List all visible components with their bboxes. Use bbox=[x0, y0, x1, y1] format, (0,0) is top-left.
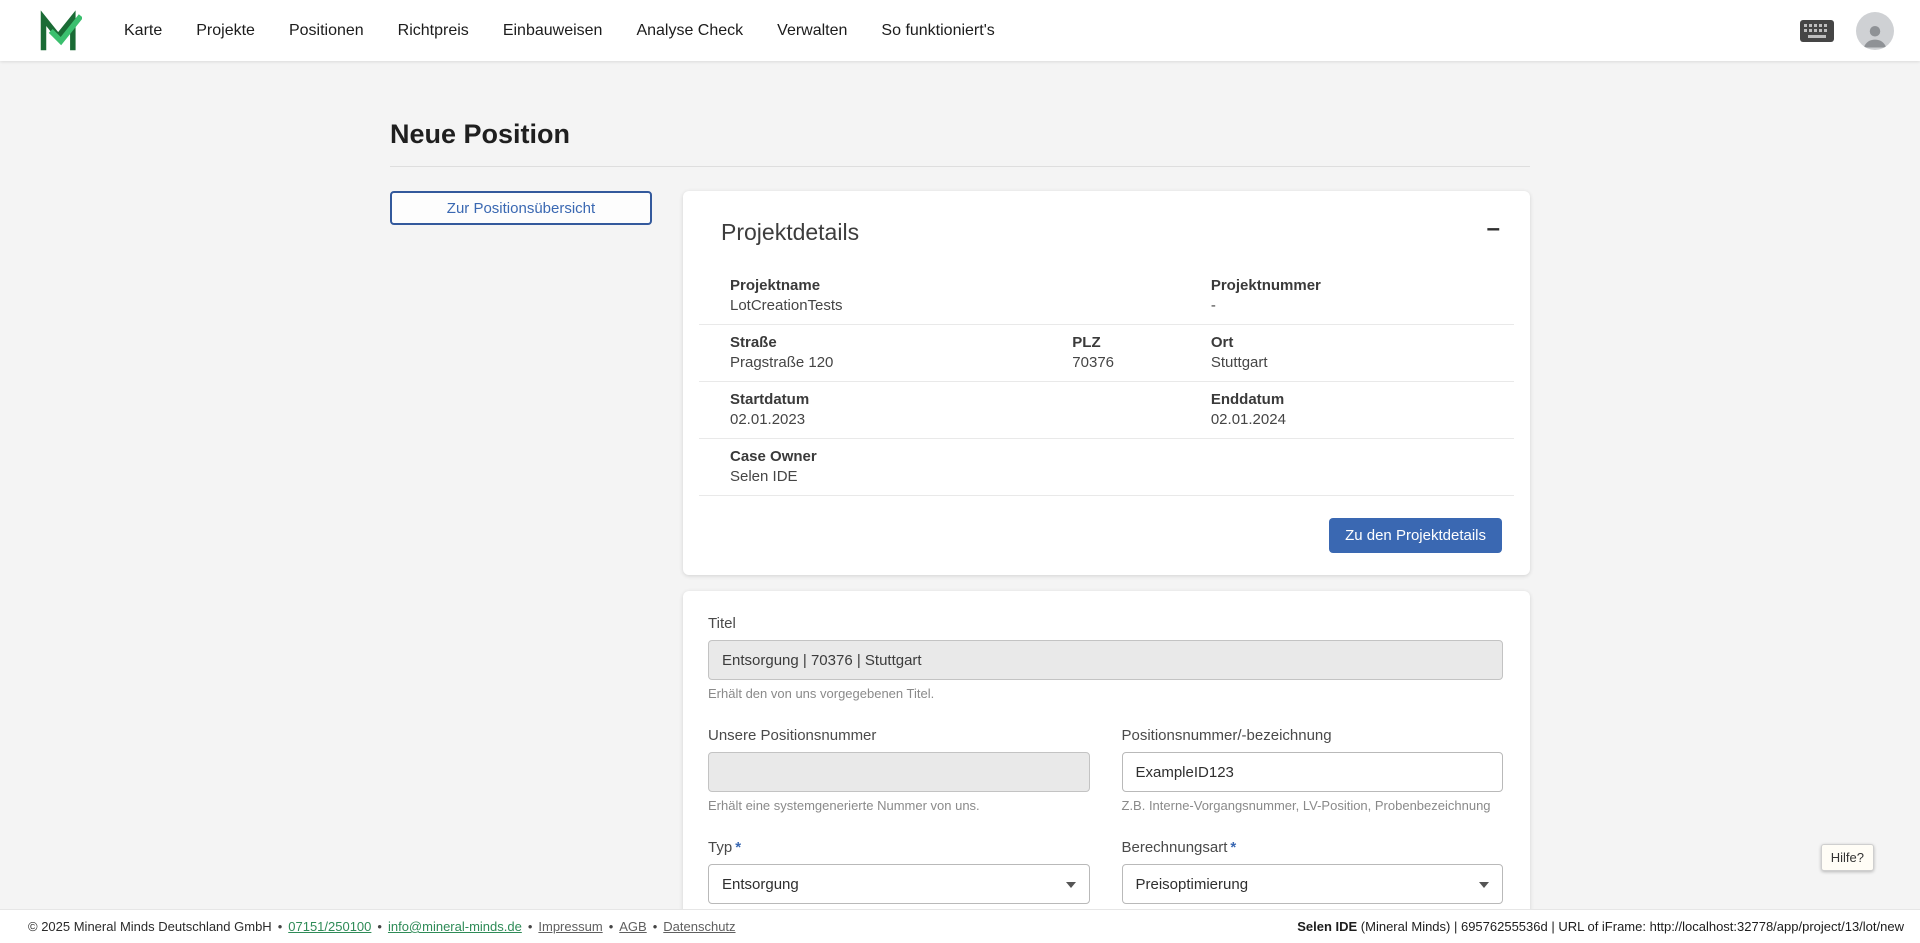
page-title: Neue Position bbox=[390, 119, 1530, 167]
back-to-positions-button[interactable]: Zur Positionsübersicht bbox=[390, 191, 652, 225]
footer-session-info: Selen IDE (Mineral Minds) | 69576255536d… bbox=[1297, 919, 1904, 934]
nav-item-richtpreis[interactable]: Richtpreis bbox=[398, 22, 469, 40]
field-startdatum: Startdatum 02.01.2023 bbox=[699, 391, 1180, 428]
nav-item-projekte[interactable]: Projekte bbox=[196, 22, 255, 40]
unsere-positionsnummer-helper: Erhält eine systemgenerierte Nummer von … bbox=[708, 798, 1090, 813]
footer-session-details: (Mineral Minds) | 69576255536d | URL of … bbox=[1357, 919, 1904, 934]
project-card-title: Projektdetails bbox=[721, 219, 859, 246]
separator: • bbox=[653, 919, 658, 934]
user-avatar[interactable] bbox=[1856, 12, 1894, 50]
field-projektnummer: Projektnummer - bbox=[1180, 277, 1514, 314]
nav-right bbox=[1800, 12, 1894, 50]
chevron-down-icon bbox=[1066, 882, 1076, 888]
mineral-minds-logo-icon[interactable] bbox=[38, 10, 82, 52]
field-projektname: Projektname LotCreationTests bbox=[699, 277, 1180, 314]
left-column: Zur Positionsübersicht bbox=[390, 191, 652, 225]
positionsnummer-helper: Z.B. Interne-Vorgangsnummer, LV-Position… bbox=[1122, 798, 1504, 813]
field-positionsnummer: Positionsnummer/-bezeichnung Z.B. Intern… bbox=[1122, 727, 1504, 813]
collapse-icon[interactable]: – bbox=[1487, 219, 1500, 239]
separator: • bbox=[528, 919, 533, 934]
unsere-positionsnummer-input bbox=[708, 752, 1090, 792]
unsere-positionsnummer-label: Unsere Positionsnummer bbox=[708, 727, 876, 744]
chevron-down-icon bbox=[1479, 882, 1489, 888]
copyright-text: © 2025 Mineral Minds Deutschland GmbH bbox=[28, 919, 272, 934]
titel-label: Titel bbox=[708, 615, 736, 632]
positionsnummer-input[interactable] bbox=[1122, 752, 1504, 792]
new-position-form-card: Titel Erhält den von uns vorgegebenen Ti… bbox=[683, 591, 1530, 943]
project-details-table: Projektname LotCreationTests Projektnumm… bbox=[699, 268, 1514, 496]
typ-label: Typ* bbox=[708, 839, 741, 856]
separator: • bbox=[609, 919, 614, 934]
nav-item-verwalten[interactable]: Verwalten bbox=[777, 22, 847, 40]
required-asterisk: * bbox=[1230, 839, 1236, 856]
titel-helper: Erhält den von uns vorgegebenen Titel. bbox=[708, 686, 1503, 701]
help-button[interactable]: Hilfe? bbox=[1821, 844, 1874, 871]
required-asterisk: * bbox=[735, 839, 741, 856]
datenschutz-link[interactable]: Datenschutz bbox=[663, 919, 735, 934]
keyboard-icon[interactable] bbox=[1800, 20, 1834, 42]
berechnungsart-label: Berechnungsart* bbox=[1122, 839, 1237, 856]
main-content: Neue Position Zur Positionsübersicht Pro… bbox=[390, 61, 1530, 943]
table-row: Straße Pragstraße 120 PLZ 70376 Ort Stut… bbox=[699, 325, 1514, 382]
nav-item-karte[interactable]: Karte bbox=[124, 22, 162, 40]
typ-select[interactable]: Entsorgung bbox=[708, 864, 1090, 904]
agb-link[interactable]: AGB bbox=[619, 919, 646, 934]
field-strasse: Straße Pragstraße 120 bbox=[699, 334, 1041, 371]
nav-item-so-funktionierts[interactable]: So funktioniert's bbox=[881, 22, 994, 40]
phone-link[interactable]: 07151/250100 bbox=[288, 919, 371, 934]
table-row: Case Owner Selen IDE bbox=[699, 439, 1514, 496]
table-row: Projektname LotCreationTests Projektnumm… bbox=[699, 268, 1514, 325]
field-ort: Ort Stuttgart bbox=[1180, 334, 1514, 371]
nav-item-positionen[interactable]: Positionen bbox=[289, 22, 364, 40]
berechnungsart-select[interactable]: Preisoptimierung bbox=[1122, 864, 1504, 904]
field-plz: PLZ 70376 bbox=[1041, 334, 1180, 371]
nav-menu: Karte Projekte Positionen Richtpreis Ein… bbox=[124, 22, 995, 40]
right-column: Projektdetails – Projektname LotCreation… bbox=[683, 191, 1530, 943]
positionsnummer-label: Positionsnummer/-bezeichnung bbox=[1122, 727, 1332, 744]
field-unsere-positionsnummer: Unsere Positionsnummer Erhält eine syste… bbox=[708, 727, 1090, 813]
field-enddatum: Enddatum 02.01.2024 bbox=[1180, 391, 1514, 428]
separator: • bbox=[377, 919, 382, 934]
field-titel: Titel Erhält den von uns vorgegebenen Ti… bbox=[708, 615, 1503, 701]
email-link[interactable]: info@mineral-minds.de bbox=[388, 919, 522, 934]
impressum-link[interactable]: Impressum bbox=[538, 919, 602, 934]
titel-input bbox=[708, 640, 1503, 680]
field-case-owner: Case Owner Selen IDE bbox=[699, 448, 1514, 485]
nav-item-analyse-check[interactable]: Analyse Check bbox=[636, 22, 743, 40]
footer: © 2025 Mineral Minds Deutschland GmbH • … bbox=[0, 909, 1920, 943]
nav-item-einbauweisen[interactable]: Einbauweisen bbox=[503, 22, 603, 40]
separator: • bbox=[278, 919, 283, 934]
footer-user-name: Selen IDE bbox=[1297, 919, 1357, 934]
table-row: Startdatum 02.01.2023 Enddatum 02.01.202… bbox=[699, 382, 1514, 439]
project-details-card: Projektdetails – Projektname LotCreation… bbox=[683, 191, 1530, 575]
go-to-project-details-button[interactable]: Zu den Projektdetails bbox=[1329, 518, 1502, 553]
top-nav: Karte Projekte Positionen Richtpreis Ein… bbox=[0, 0, 1920, 61]
person-icon bbox=[1860, 20, 1890, 50]
footer-left: © 2025 Mineral Minds Deutschland GmbH • … bbox=[28, 919, 736, 934]
